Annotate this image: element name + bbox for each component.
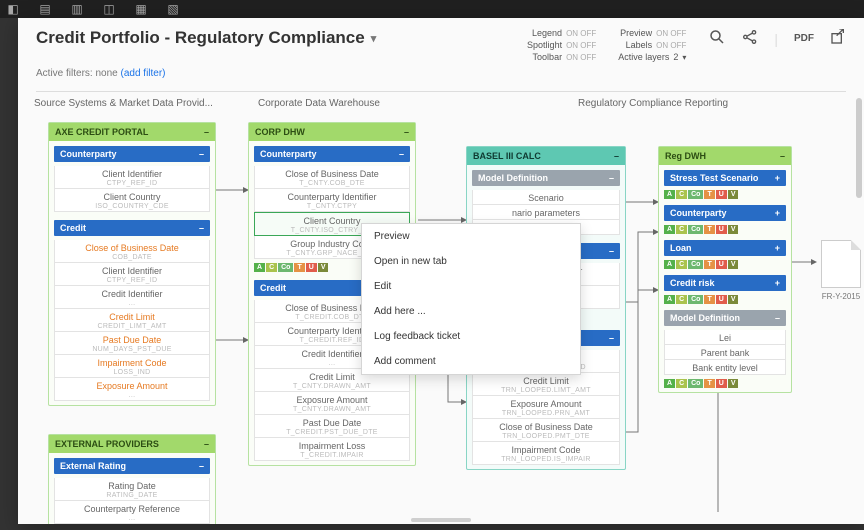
toggle-spotlight[interactable]: Spotlight [527, 40, 562, 50]
group-reg-dwh[interactable]: Reg DWH– Stress Test Scenario+ ACCoTUV C… [658, 146, 792, 393]
entity-counterparty[interactable]: Counterparty– [254, 146, 410, 162]
swimlane-source: Source Systems & Market Data Provid... [34, 98, 213, 109]
group-external-providers[interactable]: EXTERNAL PROVIDERS– External Rating– Rat… [48, 434, 216, 524]
attr-client-identifier: Client IdentifierCTPY_REF_ID [54, 166, 210, 189]
vertical-scrollbar[interactable] [856, 98, 862, 198]
entity-model-definition[interactable]: Model Definition– [664, 310, 786, 326]
file-label: FR-Y-2015 [814, 292, 864, 301]
group-axe-credit[interactable]: AXE CREDIT PORTAL– Counterparty– Client … [48, 122, 216, 406]
group-header-basel[interactable]: BASEL III CALC– [467, 147, 625, 165]
app-toolbar: ◧ ▤ ▥ ◫ ▦ ▧ [0, 0, 864, 18]
ctx-edit[interactable]: Edit [362, 274, 580, 299]
diagram-window: Credit Portfolio - Regulatory Compliance… [18, 18, 864, 524]
ctx-preview[interactable]: Preview [362, 224, 580, 249]
entity-external-rating[interactable]: External Rating– [54, 458, 210, 474]
toolbar-icon[interactable]: ▤ [38, 2, 52, 16]
attr-credit-identifier: Credit Identifier... [54, 286, 210, 309]
entity-loan[interactable]: Loan+ [664, 240, 786, 256]
context-menu: Preview Open in new tab Edit Add here ..… [361, 223, 581, 375]
ctx-add-here[interactable]: Add here ... [362, 299, 580, 324]
onoff-label[interactable]: ON OFF [566, 29, 596, 38]
minus-icon: – [199, 149, 204, 159]
horizontal-scroll-handle[interactable] [411, 518, 471, 522]
group-header-dhw[interactable]: CORP DHW– [249, 123, 415, 141]
export-icon[interactable] [830, 29, 846, 48]
attr-cpty-reference: Counterparty Reference... [54, 501, 210, 524]
pdf-export-button[interactable]: PDF [794, 33, 814, 44]
toolbar-icon[interactable]: ▥ [70, 2, 84, 16]
onoff-label[interactable]: ON OFF [656, 29, 686, 38]
entity-counterparty[interactable]: Counterparty+ [664, 205, 786, 221]
search-icon[interactable] [708, 28, 726, 49]
swimlane-regulatory: Regulatory Compliance Reporting [578, 98, 728, 109]
active-layers-value: 2 [673, 52, 678, 62]
entity-model-definition[interactable]: Model Definition– [472, 170, 620, 186]
attr-rating-date: Rating DateRATING_DATE [54, 478, 210, 501]
add-filter-link[interactable]: (add filter) [121, 68, 166, 79]
entity-credit[interactable]: Credit– [54, 220, 210, 236]
attr-credit-limit: Credit LimitCREDIT_LIMT_AMT [54, 309, 210, 332]
attr-exposure-amount: Exposure Amount... [54, 378, 210, 401]
entity-counterparty[interactable]: Counterparty– [54, 146, 210, 162]
onoff-label[interactable]: ON OFF [566, 41, 596, 50]
entity-credit-risk[interactable]: Credit risk+ [664, 275, 786, 291]
diagram-canvas[interactable]: Source Systems & Market Data Provid... C… [18, 92, 864, 524]
active-filters-row: Active filters: none (add filter) [18, 68, 864, 87]
onoff-label[interactable]: ON OFF [566, 53, 596, 62]
toolbar-icon[interactable]: ◧ [6, 2, 20, 16]
entity-stress-test[interactable]: Stress Test Scenario+ [664, 170, 786, 186]
page-title[interactable]: Credit Portfolio - Regulatory Compliance… [36, 28, 376, 48]
page-title-text: Credit Portfolio - Regulatory Compliance [36, 28, 365, 48]
toolbar-icon[interactable]: ▦ [134, 2, 148, 16]
attr-cob-date: Close of Business DateT_CNTY.COB_DTE [254, 166, 410, 189]
toggle-preview[interactable]: Preview [620, 28, 652, 38]
filters-label: Active filters: [36, 68, 93, 79]
ctx-add-comment[interactable]: Add comment [362, 349, 580, 374]
minus-icon[interactable]: – [204, 127, 209, 137]
group-header-ext[interactable]: EXTERNAL PROVIDERS– [49, 435, 215, 453]
toolbar-icon[interactable]: ◫ [102, 2, 116, 16]
swimlane-corporate: Corporate Data Warehouse [258, 98, 380, 109]
file-node-fry2015[interactable]: FR-Y-2015 [814, 240, 864, 301]
chevron-down-icon[interactable]: ▾ [682, 53, 686, 62]
active-layers-label[interactable]: Active layers [618, 52, 669, 62]
chevron-down-icon[interactable]: ▾ [371, 32, 377, 45]
filters-value: none [95, 68, 117, 79]
attr-cob-date: Close of Business DateCOB_DATE [54, 240, 210, 263]
toggle-legend[interactable]: Legend [532, 28, 562, 38]
ctx-open-new-tab[interactable]: Open in new tab [362, 249, 580, 274]
toggle-labels[interactable]: Labels [626, 40, 653, 50]
attr-past-due-date: Past Due DateNUM_DAYS_PST_DUE [54, 332, 210, 355]
attr-cpty-identifier: Counterparty IdentifierT_CNTY.CTPY [254, 189, 410, 212]
ctx-log-feedback[interactable]: Log feedback ticket [362, 324, 580, 349]
toolbar-icon[interactable]: ▧ [166, 2, 180, 16]
attr-impairment-code: Impairment CodeLOSS_IND [54, 355, 210, 378]
group-header-reg[interactable]: Reg DWH– [659, 147, 791, 165]
share-icon[interactable] [742, 29, 758, 48]
attr-client-country: Client CountryISO_COUNTRY_CDE [54, 189, 210, 212]
plus-icon: + [775, 173, 780, 183]
onoff-label[interactable]: ON OFF [656, 41, 686, 50]
toggle-toolbar[interactable]: Toolbar [533, 52, 563, 62]
file-icon [821, 240, 861, 288]
attr-client-identifier: Client IdentifierCTPY_REF_ID [54, 263, 210, 286]
group-header-axe[interactable]: AXE CREDIT PORTAL– [49, 123, 215, 141]
